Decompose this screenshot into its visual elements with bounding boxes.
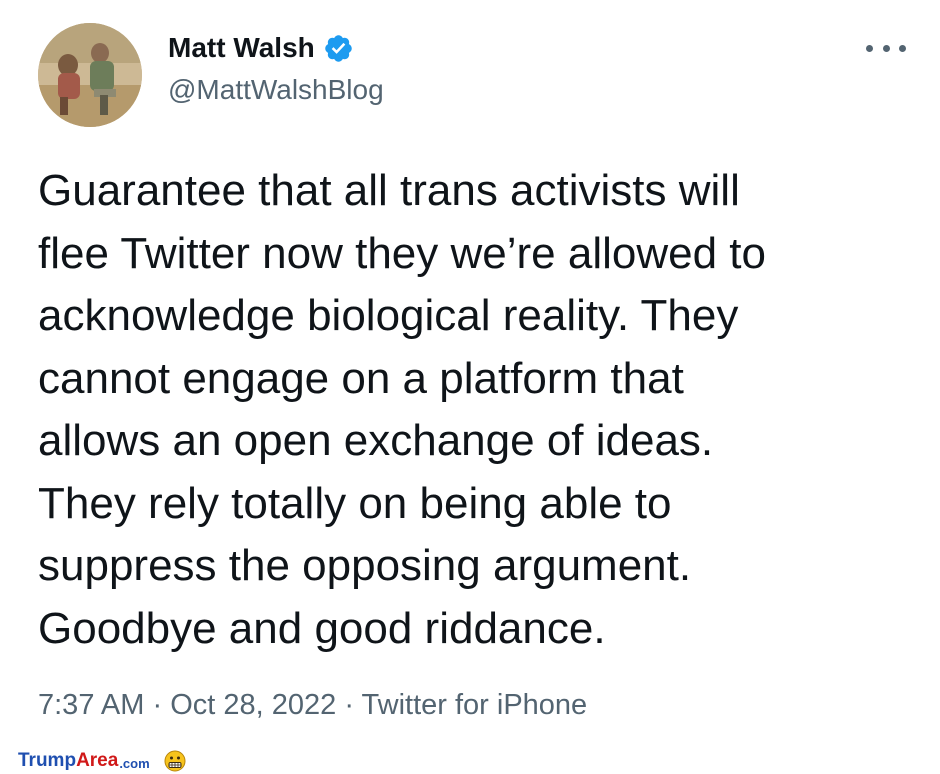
tweet-text-line: cannot engage on a platform that xyxy=(38,353,684,403)
author-handle[interactable]: @MattWalshBlog xyxy=(168,74,384,106)
avatar-photo xyxy=(38,23,142,127)
dot-icon xyxy=(866,44,873,52)
separator: · xyxy=(152,689,171,721)
tweet-text: Guarantee that all trans activists will … xyxy=(38,160,918,660)
tweet-text-line: Guarantee that all trans activists will xyxy=(38,166,740,215)
tweet-text-line: suppress the opposing argument. xyxy=(38,541,692,590)
tweet-text-line: allows an open exchange of ideas. xyxy=(38,416,714,465)
grimace-face-icon xyxy=(164,750,186,772)
author-row: Matt Walsh xyxy=(168,30,354,66)
tweet-card: Matt Walsh @MattWalshBlog Guarantee that… xyxy=(0,0,940,774)
tweet-time[interactable]: 7:37 AM xyxy=(38,689,144,721)
display-name[interactable]: Matt Walsh xyxy=(168,32,315,64)
verified-badge-icon xyxy=(323,33,354,64)
separator: · xyxy=(344,689,362,721)
watermark-text-part1: Trump xyxy=(18,750,77,771)
watermark-text-part2: Area xyxy=(76,750,119,771)
tweet-text-line: flee Twitter now they we’re allowed to xyxy=(38,228,766,278)
tweet-text-line: acknowledge biological reality. They xyxy=(38,291,739,340)
tweet-text-line: Goodbye and good riddance. xyxy=(38,603,606,653)
watermark: Trump Area .com xyxy=(18,748,186,774)
watermark-text-part3: .com xyxy=(119,755,150,771)
tweet-metadata: 7:37 AM · Oct 28, 2022 · Twitter for iPh… xyxy=(38,689,587,722)
tweet-source-link[interactable]: Twitter for iPhone xyxy=(362,689,588,721)
tweet-date[interactable]: Oct 28, 2022 xyxy=(170,689,336,721)
tweet-text-line: They rely totally on being able to xyxy=(38,478,672,528)
dot-icon xyxy=(899,44,906,52)
avatar[interactable] xyxy=(38,23,142,127)
dot-icon xyxy=(882,44,890,52)
more-options-icon[interactable] xyxy=(866,36,906,60)
